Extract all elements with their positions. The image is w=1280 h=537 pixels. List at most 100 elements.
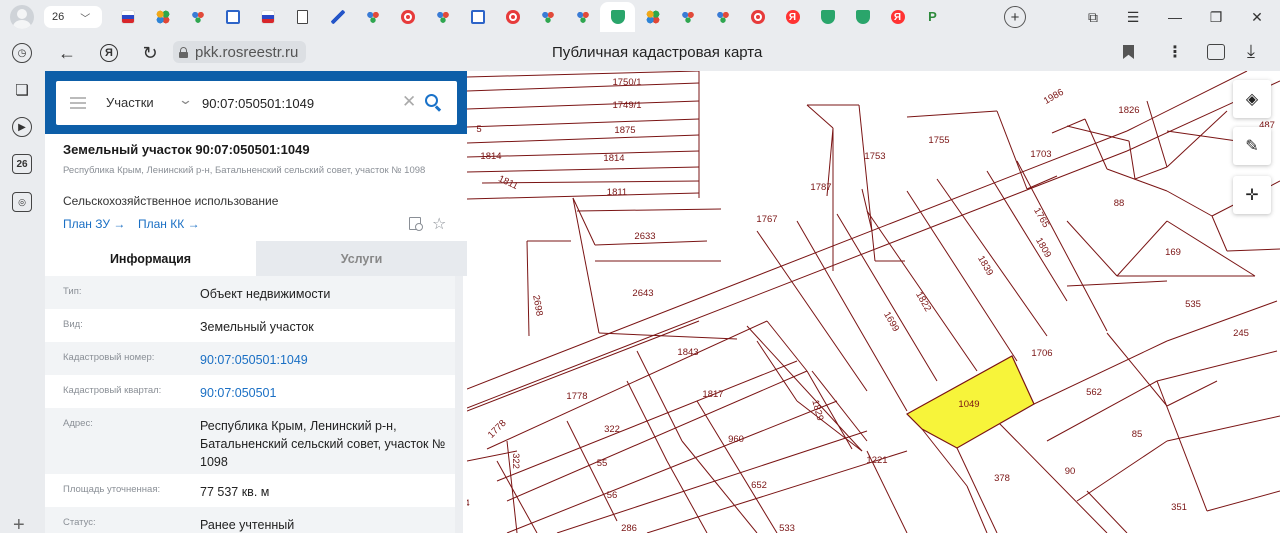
- browser-tab[interactable]: [110, 2, 145, 32]
- browser-tab[interactable]: [250, 2, 285, 32]
- parcel-number-label: 1778: [486, 418, 509, 441]
- browser-tab[interactable]: [705, 2, 740, 32]
- info-row: Площадь уточненная: 77 537 кв. м: [45, 474, 455, 507]
- search-icon[interactable]: [425, 94, 438, 107]
- play-icon[interactable]: ▶: [12, 117, 32, 137]
- layers-icon[interactable]: ◈: [1233, 80, 1271, 118]
- object-type-select[interactable]: Участки: [106, 95, 154, 110]
- collections-sidebar-icon[interactable]: ❏: [12, 80, 32, 100]
- parcel-number-label: 1809: [1033, 236, 1053, 260]
- parcel-number-label: 1699: [881, 310, 901, 334]
- yandex-home-icon[interactable]: Я: [100, 44, 118, 62]
- browser-tab[interactable]: Я: [775, 2, 810, 32]
- browser-tab[interactable]: Я: [880, 2, 915, 32]
- mail-icon: [225, 10, 240, 24]
- info-row: Адрес: Республика Крым, Ленинский р-н, Ба…: [45, 408, 455, 474]
- parcel-boundary: [861, 188, 873, 232]
- browser-tab[interactable]: [355, 2, 390, 32]
- clear-icon[interactable]: ✕: [402, 92, 416, 112]
- tab-count-badge[interactable]: 26: [12, 154, 32, 174]
- zoom-to-object-icon[interactable]: [409, 217, 423, 231]
- locate-icon[interactable]: ✛: [1233, 176, 1271, 214]
- screenshot-icon[interactable]: ◎: [12, 192, 32, 212]
- browser-tab[interactable]: [145, 2, 180, 32]
- parcel-number-label: 2698: [530, 294, 545, 317]
- browser-tab[interactable]: [215, 2, 250, 32]
- history-icon[interactable]: ◷: [12, 43, 32, 63]
- parcel-number-label: 5: [476, 124, 481, 135]
- info-row-link[interactable]: 90:07:050501: [200, 384, 455, 402]
- close-tab-icon[interactable]: [621, 4, 633, 16]
- profile-avatar-icon[interactable]: [10, 5, 34, 29]
- new-tab-button[interactable]: +: [1004, 6, 1026, 28]
- hamburger-menu-icon[interactable]: [70, 97, 86, 109]
- back-arrow-icon[interactable]: ←: [56, 42, 78, 64]
- parcel-number-label: 535: [1185, 299, 1201, 310]
- menu-icon[interactable]: ☰: [1122, 6, 1144, 28]
- search-box: Участки ⌄ ✕: [56, 81, 457, 125]
- parcel-boundary: [766, 320, 808, 372]
- browser-tab[interactable]: [845, 2, 880, 32]
- browser-tab[interactable]: [565, 2, 600, 32]
- url-text: pkk.rosreestr.ru: [195, 43, 299, 61]
- minimize-button[interactable]: —: [1164, 6, 1186, 28]
- more-menu-icon[interactable]: ⋮: [1167, 42, 1183, 62]
- parcel-boundary: [467, 71, 700, 78]
- parcel-boundary: [1106, 168, 1168, 192]
- mark-icon: [330, 10, 345, 24]
- browser-tab[interactable]: [390, 2, 425, 32]
- panel-scrollbar[interactable]: [455, 276, 463, 533]
- browser-tab[interactable]: [810, 2, 845, 32]
- tab-counter-button[interactable]: 26 ﹀: [44, 6, 102, 28]
- browser-tab[interactable]: [425, 2, 460, 32]
- parcel-number-label: 1875: [614, 125, 635, 136]
- parcel-number-label: 90: [1065, 466, 1076, 477]
- browser-tab[interactable]: [285, 2, 320, 32]
- browser-tab[interactable]: [635, 2, 670, 32]
- plan-zu-link[interactable]: План ЗУ →: [63, 217, 125, 231]
- cadastral-map[interactable]: 1750/1 1749/1 1875 5 1814 1814 1811 1811 2633 264…: [467, 71, 1280, 533]
- browser-tab[interactable]: [495, 2, 530, 32]
- parcel-boundary: [1156, 380, 1208, 512]
- browser-tab[interactable]: [320, 2, 355, 32]
- close-window-button[interactable]: ✕: [1246, 6, 1268, 28]
- reload-icon[interactable]: ↻: [139, 42, 161, 64]
- collections-icon[interactable]: ⧉: [1082, 6, 1104, 28]
- parcel-boundary: [496, 460, 538, 533]
- info-tabs: Информация Услуги: [45, 241, 467, 276]
- download-icon[interactable]: ⤓: [1247, 41, 1255, 62]
- browser-tab[interactable]: P: [915, 2, 950, 32]
- flag-icon: [120, 10, 135, 24]
- tab-services[interactable]: Услуги: [256, 241, 467, 276]
- dots-icon: [365, 10, 380, 24]
- browser-tab[interactable]: [180, 2, 215, 32]
- parcel-boundary: [467, 82, 700, 92]
- info-row-link[interactable]: 90:07:050501:1049: [200, 351, 455, 369]
- browser-tab[interactable]: [740, 2, 775, 32]
- parcel-number-label: 88: [1114, 198, 1125, 209]
- info-row: Кадастровый квартал: 90:07:050501: [45, 375, 455, 408]
- bookmark-icon[interactable]: [1123, 45, 1134, 59]
- ruler-icon[interactable]: ✎: [1233, 127, 1271, 165]
- parcel-boundary: [1086, 490, 1128, 533]
- url-field[interactable]: pkk.rosreestr.ru: [173, 41, 307, 63]
- parcel-boundary: [576, 208, 722, 212]
- flag-icon: [260, 10, 275, 24]
- browser-tab[interactable]: [460, 2, 495, 32]
- parcel-number-label: 1826: [1118, 105, 1139, 116]
- plan-kk-link[interactable]: План КК →: [138, 217, 200, 231]
- restore-button[interactable]: ❐: [1205, 6, 1227, 28]
- chevron-down-icon[interactable]: ⌄: [178, 92, 193, 108]
- parcel-number-label: 533: [779, 523, 795, 533]
- tab-count: 26: [52, 11, 65, 23]
- browser-tab[interactable]: [600, 2, 635, 32]
- search-input[interactable]: [202, 93, 402, 113]
- tab-information[interactable]: Информация: [45, 241, 256, 276]
- parcel-boundary: [1126, 71, 1248, 132]
- add-panel-icon[interactable]: +: [13, 514, 25, 537]
- browser-tab[interactable]: [530, 2, 565, 32]
- parcel-boundary: [1211, 215, 1228, 252]
- star-icon[interactable]: ☆: [432, 214, 446, 234]
- side-panel-icon[interactable]: [1207, 44, 1225, 60]
- browser-tab[interactable]: [670, 2, 705, 32]
